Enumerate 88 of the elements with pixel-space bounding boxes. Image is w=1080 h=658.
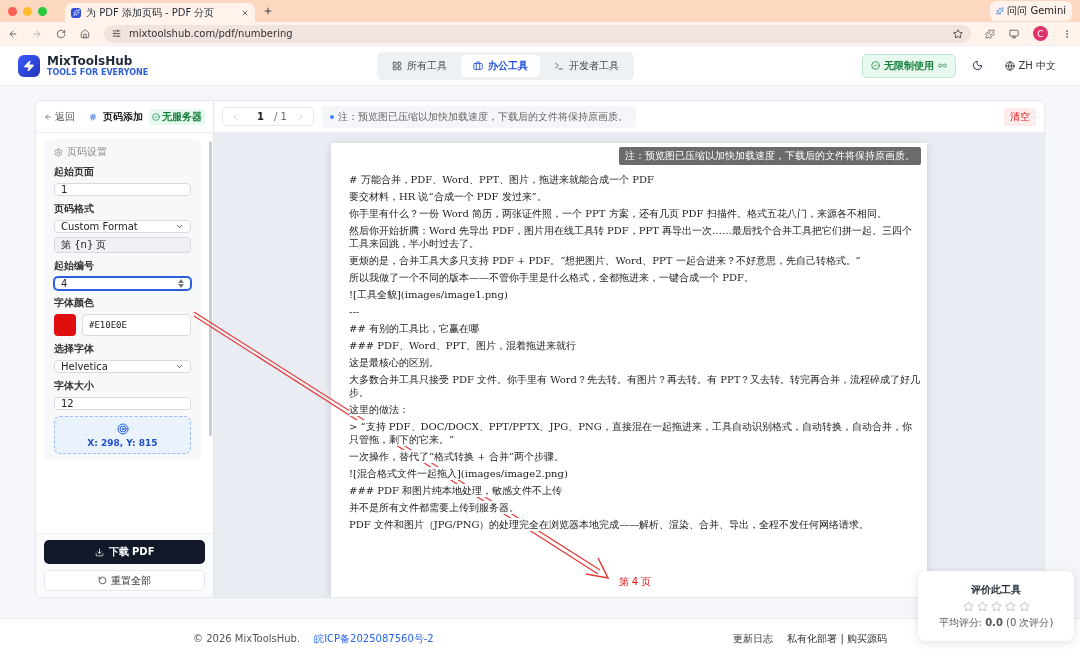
rating-title: 评价此工具 [971, 582, 1021, 597]
document-paragraph: ![工具全貌](images/image1.png) [349, 288, 508, 301]
extensions-icon[interactable] [985, 28, 995, 39]
reset-button[interactable]: 重置全部 [44, 570, 205, 591]
page-number-label: 第 4 页 [618, 575, 652, 589]
dropdown[interactable]: Custom Format [54, 220, 191, 233]
position-picker[interactable]: X: 298, Y: 815 [54, 416, 191, 454]
close-window-control[interactable] [8, 6, 17, 16]
field-label: 字体大小 [54, 379, 95, 393]
moon-icon[interactable] [972, 60, 984, 71]
hash-icon [89, 111, 97, 122]
document-paragraph: ### PDF 和图片纯本地处理，敏感文件不上传 [349, 484, 563, 497]
preview-note: 注：预览图已压缩以加快加载速度，下载后的文件将保持原画质。 [321, 105, 636, 128]
section-title: 页码设置 [67, 145, 107, 159]
download-icon [94, 547, 104, 557]
profile-avatar[interactable]: C [1033, 26, 1048, 41]
star-icon[interactable] [962, 600, 974, 612]
document-paragraph: 更烦的是，合并工具大多只支持 PDF + PDF。“想把图片、Word、PPT 一起合进来？不好意思，先自己转格式。” [349, 254, 861, 267]
brand-name: MixToolsHub [47, 54, 134, 68]
terminal-icon [554, 60, 564, 71]
text-field[interactable]: 12 [54, 397, 191, 410]
unlimited-badge: 无限制使用 [862, 53, 957, 78]
sparkle-icon [996, 7, 1005, 15]
color-field[interactable]: #E10E0E [82, 314, 191, 336]
new-tab-icon[interactable] [263, 6, 273, 16]
language-button[interactable]: ZH 中文 [999, 57, 1062, 74]
document-paragraph: # 万能合并，PDF、Word、PPT、图片，拖进来就能合成一个 PDF [349, 173, 655, 186]
copyright: © 2026 MixToolsHub. [193, 633, 301, 644]
target-icon [116, 422, 129, 435]
brand-tagline: TOOLS FOR EVERYONE [47, 68, 150, 77]
star-icon[interactable] [1018, 600, 1030, 612]
color-swatch[interactable] [54, 314, 76, 336]
gear-icon [54, 147, 63, 157]
back-link[interactable]: 返回 [44, 109, 75, 124]
document-paragraph: ### PDF、Word、PPT、图片，混着拖进来就行 [349, 339, 576, 352]
star-icon[interactable] [976, 600, 988, 612]
address-bar[interactable]: mixtoolshub.com/pdf/numbering [104, 24, 971, 43]
page-total: / 1 [273, 111, 287, 122]
star-icon[interactable] [990, 600, 1002, 612]
document-paragraph: ![混合格式文件一起拖入](images/image2.png) [349, 467, 568, 480]
infinity-icon [938, 61, 948, 70]
briefcase-icon [473, 60, 483, 71]
home-icon[interactable] [80, 28, 90, 39]
clear-button[interactable]: 清空 [1004, 107, 1036, 126]
forward-icon[interactable] [32, 28, 42, 39]
check-circle-icon [152, 112, 160, 121]
nav-tab[interactable]: 所有工具 [380, 54, 459, 77]
logo-icon[interactable] [18, 54, 40, 77]
gemini-button[interactable]: 问问 Gemini [990, 1, 1072, 21]
download-button[interactable]: 下载 PDF [44, 540, 205, 564]
text-field[interactable]: 1 [54, 183, 191, 196]
page-number-field[interactable]: 1 [257, 111, 264, 122]
footer-link[interactable]: 私有化部署 | 购买源码 [787, 631, 887, 646]
icp-link[interactable]: 皖ICP备2025087560号-2 [314, 631, 434, 646]
compression-note: 注：预览图已压缩以加快加载速度，下载后的文件将保持原画质。 [619, 147, 921, 165]
close-icon[interactable] [241, 8, 249, 17]
reset-icon [98, 576, 107, 585]
field-label: 选择字体 [54, 342, 95, 356]
rating-summary: 平均评分: 0.0 (0 次评分) [938, 615, 1054, 630]
field-label: 起始页面 [54, 165, 95, 179]
check-circle-icon [871, 61, 881, 70]
star-icon[interactable] [1004, 600, 1016, 612]
previous-icon[interactable] [231, 112, 239, 121]
format-field[interactable]: 第 {n} 页 [54, 237, 191, 253]
browser-tab[interactable]: 为 PDF 添加页码 - PDF 分页 [65, 3, 255, 22]
screen-icon[interactable] [1009, 28, 1019, 39]
number-field[interactable]: 4 [54, 277, 191, 290]
document-paragraph: 大多数合并工具只接受 PDF 文件。你手里有 Word？先去转。有图片？再去转。有 PPT？又去转。转完再合并，流程碎成了好几步。 [349, 373, 921, 399]
tool-title: 页码添加 [103, 109, 143, 124]
maximize-window-control[interactable] [38, 6, 47, 16]
nav-tab[interactable]: 开发者工具 [542, 54, 631, 77]
serverless-badge: 无服务器 [149, 108, 205, 125]
arrow-left-icon [44, 112, 52, 121]
nav-tab[interactable]: 办公工具 [461, 54, 540, 77]
footer-link[interactable]: 更新日志 [733, 631, 774, 646]
reload-icon[interactable] [56, 28, 66, 39]
field-label: 起始编号 [54, 259, 95, 273]
field-label: 字体颜色 [54, 296, 95, 310]
chevron-down-icon [175, 362, 184, 371]
spinner-icon[interactable] [178, 279, 184, 288]
chevron-down-icon [175, 222, 184, 231]
back-icon[interactable] [8, 28, 18, 39]
favicon-icon [71, 7, 81, 18]
dropdown[interactable]: Helvetica [54, 360, 191, 373]
field-label: 页码格式 [54, 202, 95, 216]
grid-icon [392, 60, 402, 71]
document-paragraph: ## 有别的工具比，它赢在哪 [349, 322, 479, 335]
globe-icon [1005, 60, 1016, 71]
